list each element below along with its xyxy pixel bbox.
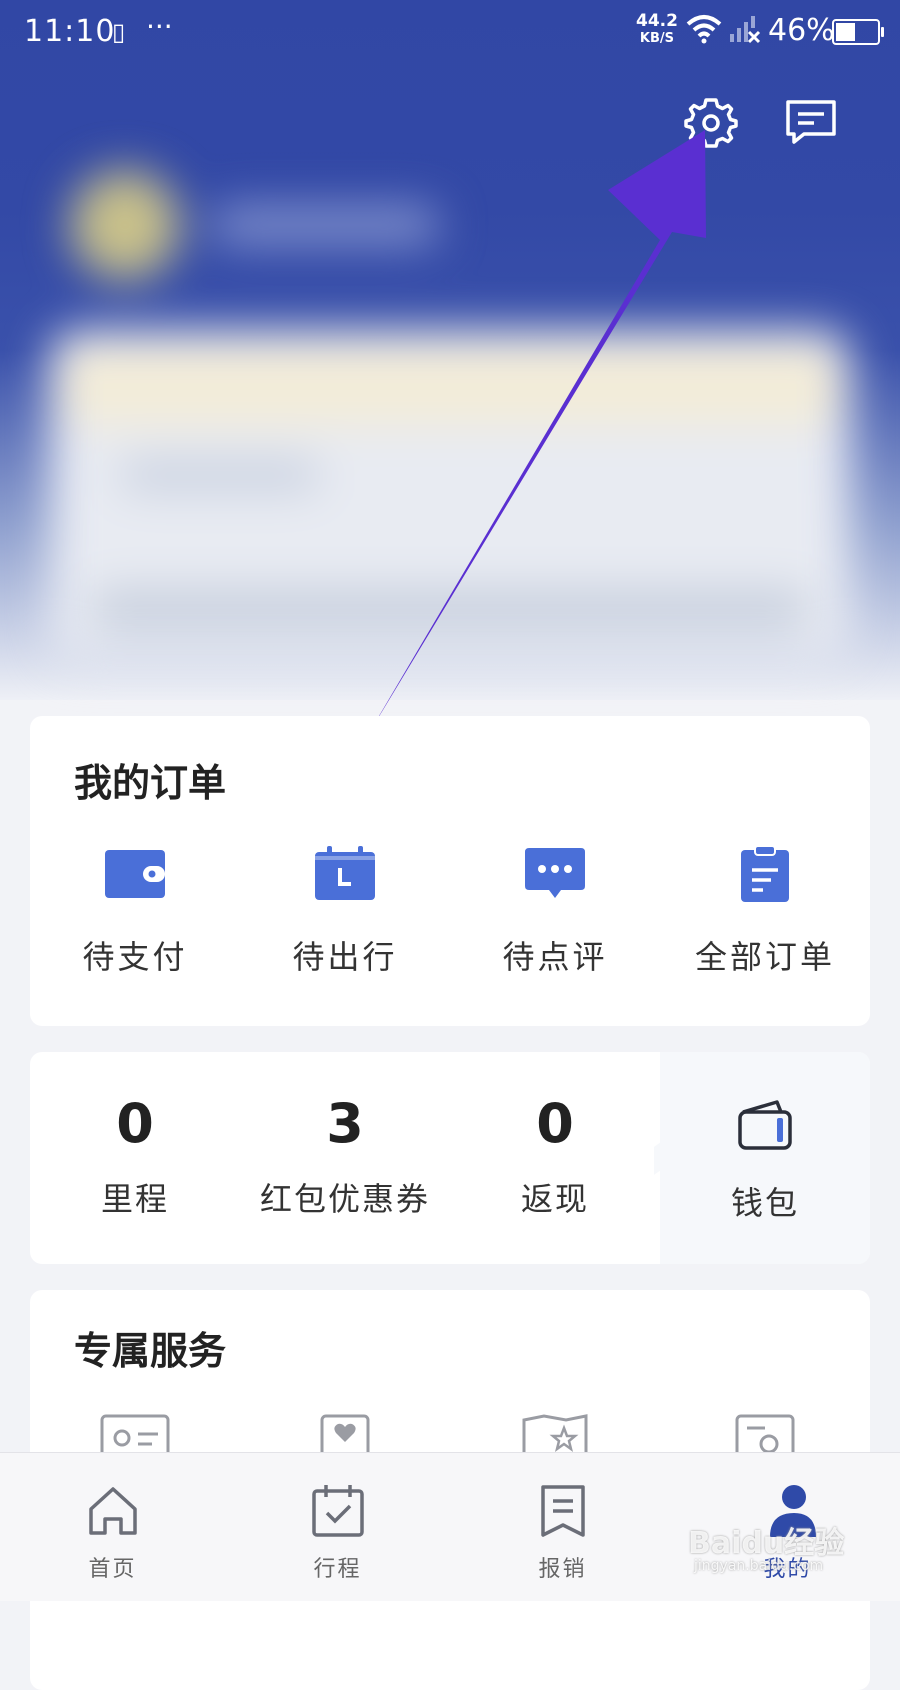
service-item[interactable] xyxy=(450,1412,660,1468)
wallet-label: 钱包 xyxy=(730,1184,799,1222)
watermark-url: jingyan.baidu.com xyxy=(694,1558,824,1574)
order-label: 待点评 xyxy=(502,938,608,976)
order-pending-review[interactable]: 待点评 xyxy=(450,846,660,978)
stat-label: 红包优惠券 xyxy=(259,1180,430,1218)
chat-icon xyxy=(525,848,585,898)
vibrate-icon: ▯ xyxy=(112,18,126,46)
stat-label: 返现 xyxy=(520,1180,589,1218)
wallet-button[interactable]: 钱包 xyxy=(660,1092,870,1224)
nav-label: 行程 xyxy=(313,1557,362,1582)
battery-percent: 46% xyxy=(768,13,835,48)
order-label: 全部订单 xyxy=(694,938,835,976)
nav-label: 首页 xyxy=(88,1557,137,1582)
stat-mileage[interactable]: 0 里程 xyxy=(30,1092,240,1224)
search-document-icon xyxy=(735,1414,795,1468)
nav-home[interactable]: 首页 xyxy=(0,1453,225,1601)
wifi-icon xyxy=(686,15,722,44)
network-speed: 44.2 KB/S xyxy=(636,11,678,46)
favorite-icon xyxy=(320,1414,370,1468)
orders-card: 我的订单 待支付 待出行 待点评 全部订单 xyxy=(30,716,870,1026)
order-label: 待支付 xyxy=(82,938,188,976)
stat-cashback[interactable]: 0 返现 xyxy=(450,1092,660,1224)
service-item[interactable] xyxy=(30,1412,240,1468)
watermark: Baidu经验 xyxy=(688,1526,845,1561)
home-icon xyxy=(88,1487,137,1535)
itinerary-icon xyxy=(311,1485,364,1537)
battery-icon xyxy=(832,19,884,45)
calendar-icon xyxy=(315,846,375,900)
stat-value: 0 xyxy=(116,1092,154,1155)
services-title: 专属服务 xyxy=(74,1328,227,1373)
clipboard-icon xyxy=(741,845,789,902)
guide-book-icon xyxy=(522,1414,588,1468)
signal-icon xyxy=(730,16,761,44)
settings-gear-icon[interactable] xyxy=(684,96,738,150)
order-label: 待出行 xyxy=(292,938,398,976)
orders-title: 我的订单 xyxy=(74,760,227,805)
id-card-icon xyxy=(100,1414,170,1468)
message-icon[interactable] xyxy=(784,96,838,150)
service-item[interactable] xyxy=(240,1412,450,1468)
order-pending-payment[interactable]: 待支付 xyxy=(30,846,240,978)
order-all[interactable]: 全部订单 xyxy=(660,845,870,978)
nav-itinerary[interactable]: 行程 xyxy=(225,1453,450,1601)
stat-value: 0 xyxy=(536,1092,574,1155)
blurred-profile-area xyxy=(0,0,900,700)
wallet-icon xyxy=(105,850,165,898)
status-time: 11:10 xyxy=(24,14,116,49)
receipt-icon xyxy=(540,1485,585,1537)
stat-value: 3 xyxy=(326,1092,364,1155)
wallet-icon xyxy=(738,1100,792,1150)
more-notifications-icon: ··· xyxy=(146,10,173,43)
order-pending-travel[interactable]: 待出行 xyxy=(240,846,450,978)
service-item[interactable] xyxy=(660,1412,870,1468)
nav-reimbursement[interactable]: 报销 xyxy=(450,1453,675,1601)
stats-card: 0 里程 3 红包优惠券 0 返现 钱包 xyxy=(30,1052,870,1264)
stat-coupons[interactable]: 3 红包优惠券 xyxy=(240,1092,450,1224)
nav-label: 报销 xyxy=(538,1557,587,1582)
stat-label: 里程 xyxy=(100,1180,169,1218)
status-bar: 11:10 ▯ ··· 44.2 KB/S 46% xyxy=(0,0,900,62)
profile-header xyxy=(0,0,900,700)
